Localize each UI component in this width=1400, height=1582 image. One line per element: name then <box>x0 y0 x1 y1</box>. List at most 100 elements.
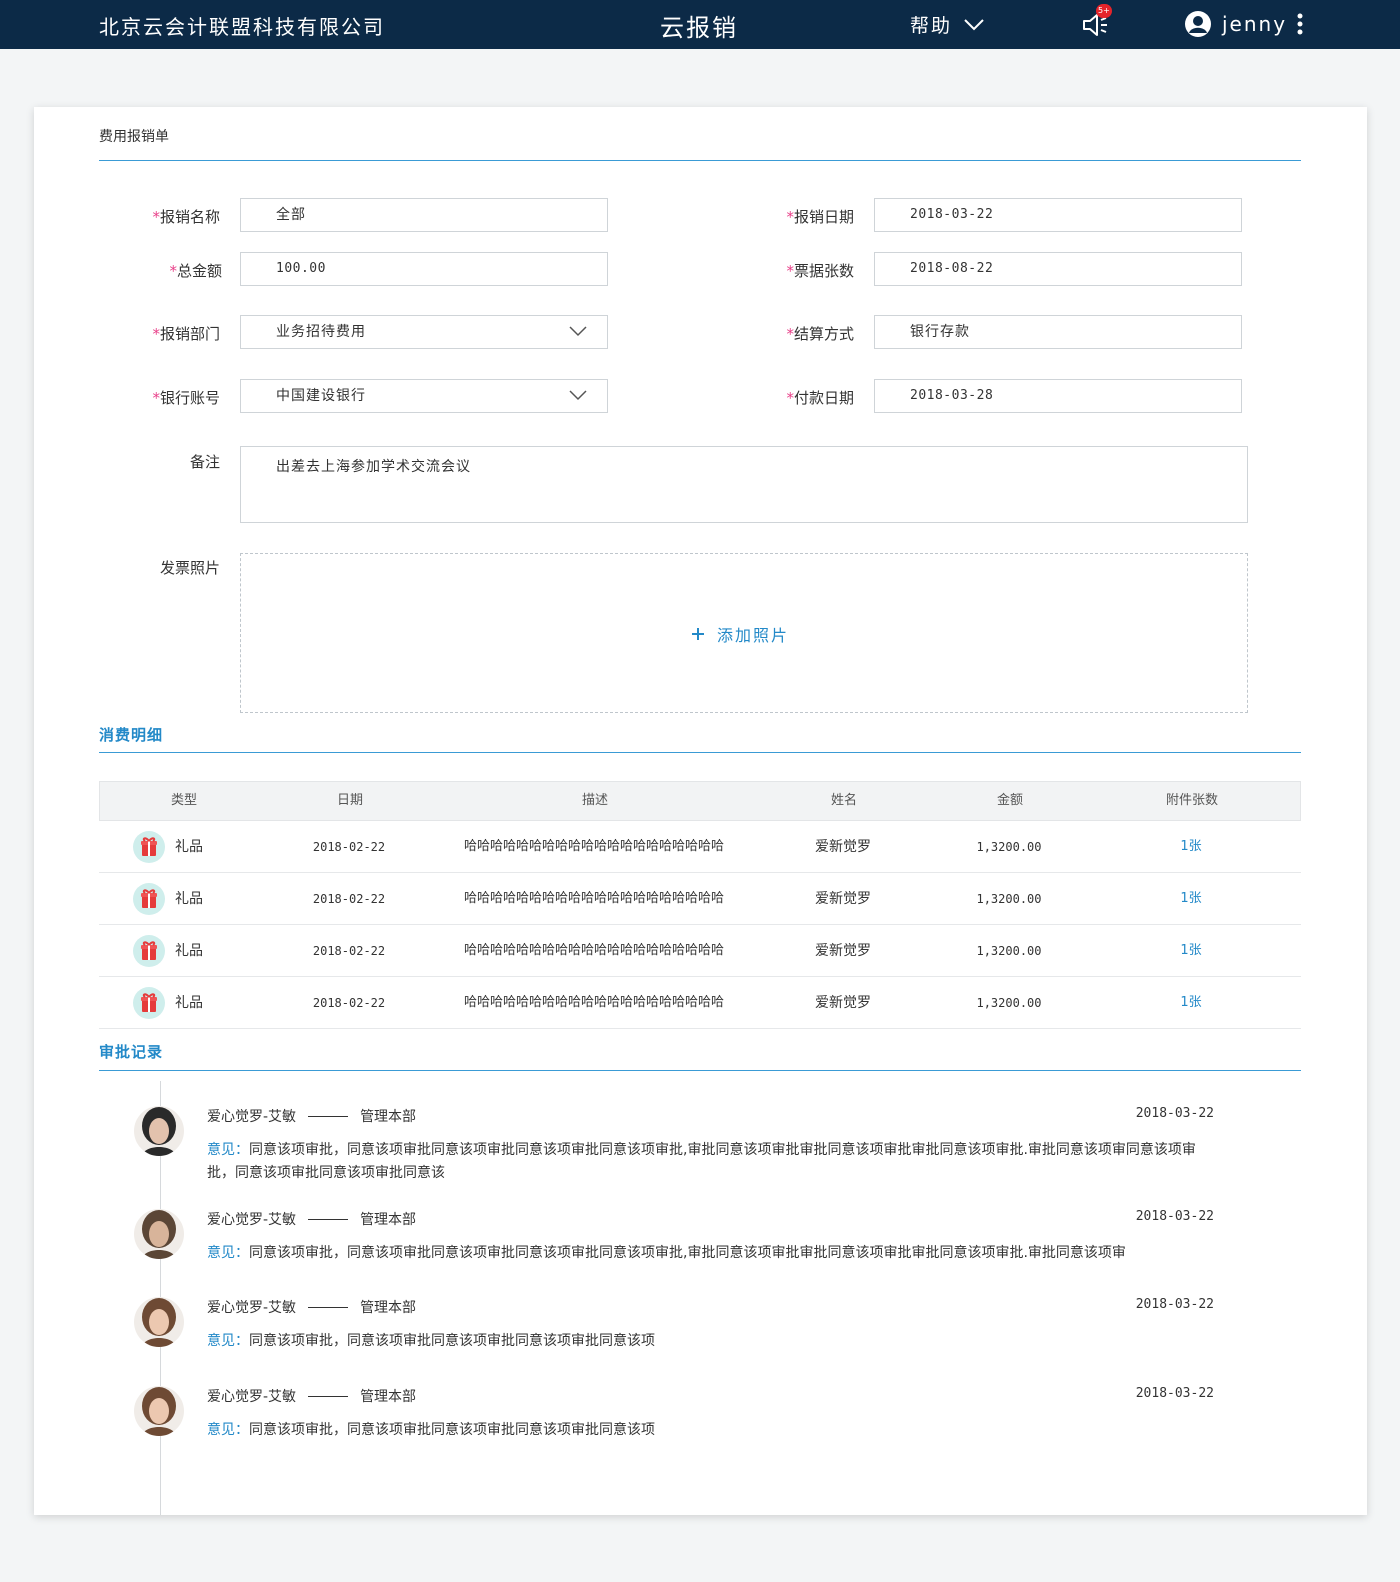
form-title: 费用报销单 <box>99 129 169 145</box>
user-avatar-icon <box>1185 11 1211 37</box>
opinion-label: 意见： <box>207 1142 249 1158</box>
amount-cell: 1,3200.00 <box>976 892 1042 906</box>
pay-date-field[interactable]: 2018-03-28 <box>874 379 1242 413</box>
department-label: *报销部门 <box>152 325 220 343</box>
approval-date: 2018-03-22 <box>1135 1297 1214 1312</box>
department-value: 业务招待费用 <box>276 324 366 340</box>
details-table-header: 类型 日期 描述 姓名 金额 附件张数 <box>99 781 1301 821</box>
top-bar: 北京云会计联盟科技有限公司 云报销 帮助 5+ jenny <box>0 0 1400 49</box>
approver-info: 爱心觉罗-艾敏 管理本部 <box>207 1386 416 1406</box>
plus-icon <box>692 628 704 640</box>
name-cell: 爱新觉罗 <box>815 891 871 907</box>
user-menu[interactable]: jenny <box>1184 10 1303 38</box>
name-label: *报销名称 <box>152 208 220 226</box>
help-label: 帮助 <box>910 15 953 37</box>
app-title: 云报销 <box>660 14 738 42</box>
attachments-link[interactable]: 1张 <box>1141 821 1241 873</box>
approvals-title: 审批记录 <box>99 1043 164 1061</box>
approver-avatar <box>134 1297 184 1347</box>
help-menu[interactable]: 帮助 <box>910 11 984 38</box>
approval-opinion: 意见：同意该项审批，同意该项审批同意该项审批同意该项审批同意该项审批,审批同意该… <box>207 1242 1197 1265</box>
details-title: 消费明细 <box>99 726 164 744</box>
approval-opinion: 意见：同意该项审批，同意该项审批同意该项审批同意该项审批同意该项 <box>207 1330 1197 1353</box>
opinion-text: 同意该项审批，同意该项审批同意该项审批同意该项审批同意该项 <box>249 1422 655 1438</box>
table-row[interactable]: 礼品 2018-02-22 哈哈哈哈哈哈哈哈哈哈哈哈哈哈哈哈哈哈哈哈 爱新觉罗 1,32… <box>99 873 1301 925</box>
approval-date: 2018-03-22 <box>1135 1209 1214 1224</box>
approver-dept: 管理本部 <box>360 1389 417 1405</box>
approval-opinion: 意见：同意该项审批，同意该项审批同意该项审批同意该项审批同意该项审批,审批同意该… <box>207 1139 1197 1185</box>
expense-date-field[interactable]: 2018-03-22 <box>874 198 1242 232</box>
date-cell: 2018-02-22 <box>312 892 386 906</box>
attachments-link[interactable]: 1张 <box>1141 873 1241 925</box>
date-cell: 2018-02-22 <box>312 840 386 854</box>
add-photo-button[interactable]: 添加照片 <box>691 622 789 646</box>
approver-dept: 管理本部 <box>360 1109 417 1125</box>
table-row[interactable]: 礼品 2018-02-22 哈哈哈哈哈哈哈哈哈哈哈哈哈哈哈哈哈哈哈哈 爱新觉罗 1,32… <box>99 821 1301 873</box>
gift-icon <box>133 935 165 967</box>
amount-label: *总金额 <box>169 262 222 280</box>
attachments-link[interactable]: 1张 <box>1141 925 1241 977</box>
name-cell: 爱新觉罗 <box>815 995 871 1011</box>
bank-select[interactable]: 中国建设银行 <box>240 379 608 413</box>
col-amount: 金额 <box>996 793 1023 808</box>
invoice-count-field[interactable]: 2018-08-22 <box>874 252 1242 286</box>
type-cell: 礼品 <box>175 943 203 959</box>
approver-name: 爱心觉罗-艾敏 <box>207 1212 297 1228</box>
approval-opinion: 意见：同意该项审批，同意该项审批同意该项审批同意该项审批同意该项 <box>207 1419 1197 1442</box>
table-row[interactable]: 礼品 2018-02-22 哈哈哈哈哈哈哈哈哈哈哈哈哈哈哈哈哈哈哈哈 爱新觉罗 1,32… <box>99 925 1301 977</box>
approver-dept: 管理本部 <box>360 1212 417 1228</box>
more-vertical-icon[interactable] <box>1297 13 1303 35</box>
type-cell: 礼品 <box>175 839 203 855</box>
name-cell: 爱新觉罗 <box>815 839 871 855</box>
amount-cell: 1,3200.00 <box>976 840 1042 854</box>
type-cell: 礼品 <box>175 891 203 907</box>
details-divider <box>99 752 1301 753</box>
opinion-label: 意见： <box>207 1333 249 1349</box>
date-cell: 2018-02-22 <box>312 996 386 1010</box>
date-cell: 2018-02-22 <box>312 944 386 958</box>
desc-cell: 哈哈哈哈哈哈哈哈哈哈哈哈哈哈哈哈哈哈哈哈 <box>463 839 724 854</box>
approver-info: 爱心觉罗-艾敏 管理本部 <box>207 1106 416 1126</box>
photos-label: 发票照片 <box>159 559 220 577</box>
col-attachments: 附件张数 <box>1165 793 1218 808</box>
approver-name: 爱心觉罗-艾敏 <box>207 1300 297 1316</box>
notification-badge: 5+ <box>1096 4 1112 18</box>
approval-date: 2018-03-22 <box>1135 1106 1214 1121</box>
expense-name-field[interactable]: 全部 <box>240 198 608 232</box>
approver-name: 爱心觉罗-艾敏 <box>207 1109 297 1125</box>
desc-cell: 哈哈哈哈哈哈哈哈哈哈哈哈哈哈哈哈哈哈哈哈 <box>463 995 724 1010</box>
approver-avatar <box>134 1106 184 1156</box>
col-desc: 描述 <box>581 793 608 808</box>
approver-info: 爱心觉罗-艾敏 管理本部 <box>207 1209 416 1229</box>
separator-line <box>308 1395 349 1397</box>
opinion-text: 同意该项审批，同意该项审批同意该项审批同意该项审批同意该项 <box>249 1333 655 1349</box>
approval-date: 2018-03-22 <box>1135 1386 1214 1401</box>
settlement-label: *结算方式 <box>786 325 854 343</box>
gift-icon <box>133 883 165 915</box>
gift-icon <box>133 987 165 1019</box>
table-row[interactable]: 礼品 2018-02-22 哈哈哈哈哈哈哈哈哈哈哈哈哈哈哈哈哈哈哈哈 爱新觉罗 1,32… <box>99 977 1301 1029</box>
date-label: *报销日期 <box>786 208 854 226</box>
company-name: 北京云会计联盟科技有限公司 <box>99 15 385 39</box>
invoice-count-label: *票据张数 <box>786 262 854 280</box>
pay-date-label: *付款日期 <box>786 389 854 407</box>
opinion-label: 意见： <box>207 1245 249 1261</box>
approver-name: 爱心觉罗-艾敏 <box>207 1389 297 1405</box>
remark-textarea[interactable]: 出差去上海参加学术交流会议 <box>240 446 1248 523</box>
photo-upload-area[interactable]: 添加照片 <box>240 553 1248 713</box>
separator-line <box>308 1306 349 1308</box>
opinion-text: 同意该项审批，同意该项审批同意该项审批同意该项审批同意该项审批,审批同意该项审批… <box>249 1245 1126 1261</box>
col-date: 日期 <box>336 793 363 808</box>
col-type: 类型 <box>170 793 197 808</box>
department-select[interactable]: 业务招待费用 <box>240 315 608 349</box>
desc-cell: 哈哈哈哈哈哈哈哈哈哈哈哈哈哈哈哈哈哈哈哈 <box>463 943 724 958</box>
settlement-field[interactable]: 银行存款 <box>874 315 1242 349</box>
approver-info: 爱心觉罗-艾敏 管理本部 <box>207 1297 416 1317</box>
type-cell: 礼品 <box>175 995 203 1011</box>
total-amount-field[interactable]: 100.00 <box>240 252 608 286</box>
gift-icon <box>133 831 165 863</box>
title-divider <box>99 160 1301 161</box>
attachments-link[interactable]: 1张 <box>1141 977 1241 1029</box>
amount-cell: 1,3200.00 <box>976 944 1042 958</box>
remark-label: 备注 <box>189 453 220 471</box>
